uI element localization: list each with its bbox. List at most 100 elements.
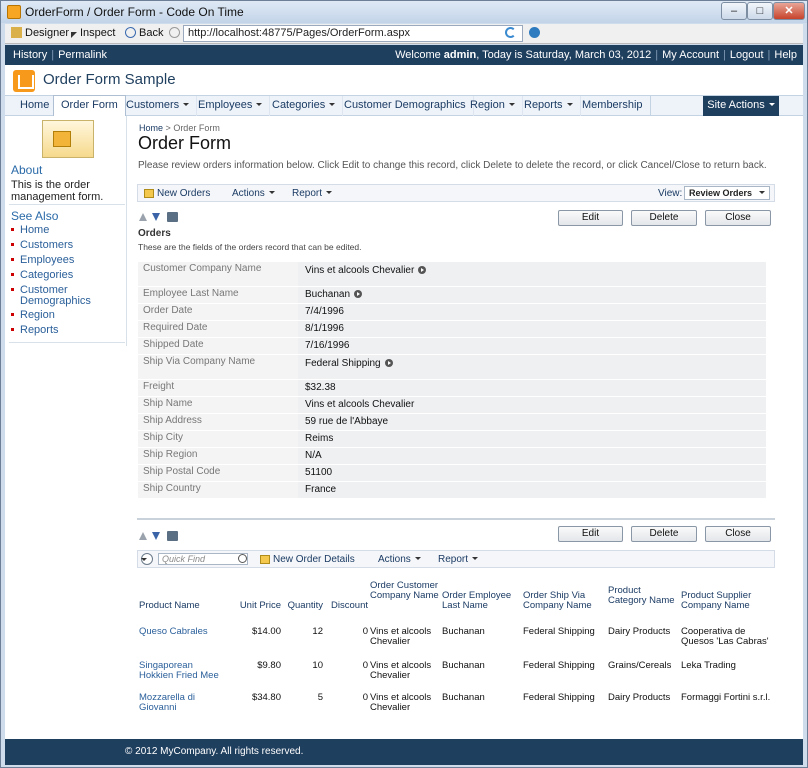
menu-reports[interactable]: Reports xyxy=(517,96,581,116)
field-value[interactable]: Buchanan xyxy=(298,287,766,303)
close-button[interactable]: Close xyxy=(705,210,771,226)
print-icon[interactable] xyxy=(167,212,178,222)
see-also-categories[interactable]: Categories xyxy=(11,270,121,281)
maximize-button[interactable]: □ xyxy=(747,2,773,20)
app-logo-icon xyxy=(13,70,35,92)
table-row[interactable]: Queso Cabrales $14.00 12 0 Vins et alcools C… xyxy=(138,627,776,657)
field-label: Customer Company Name xyxy=(138,262,298,286)
logout-link[interactable]: Logout xyxy=(730,49,764,61)
menu-employees[interactable]: Employees xyxy=(191,96,271,116)
permalink-link[interactable]: Permalink xyxy=(58,49,107,61)
table-cell: 0 xyxy=(362,626,368,637)
field-value-text: France xyxy=(305,484,337,495)
help-link[interactable]: Help xyxy=(774,49,797,61)
menu-region[interactable]: Region xyxy=(463,96,523,116)
search-icon[interactable] xyxy=(238,554,247,563)
table-row[interactable]: Mozzarella di Giovanni $34.80 5 0 Vins et al… xyxy=(138,693,776,723)
field-value[interactable]: Federal Shipping xyxy=(298,355,766,379)
see-also-reports[interactable]: Reports xyxy=(11,325,121,336)
details-report-menu[interactable]: Report xyxy=(438,554,479,565)
menu-categories[interactable]: Categories xyxy=(265,96,344,116)
menu-customer-demographics[interactable]: Customer Demographics xyxy=(337,96,474,116)
globe-button[interactable] xyxy=(529,27,543,39)
print-icon[interactable] xyxy=(167,531,178,541)
forward-button[interactable] xyxy=(169,27,183,39)
navigate-arrow-icon[interactable] xyxy=(384,359,393,367)
next-record-icon[interactable] xyxy=(152,532,160,540)
new-orders-button[interactable]: New Orders xyxy=(144,188,210,199)
back-button[interactable]: Back xyxy=(125,27,163,39)
form-field-row: Ship Country France xyxy=(138,482,766,499)
refresh-button[interactable] xyxy=(505,27,519,39)
next-record-icon[interactable] xyxy=(152,213,160,221)
previous-record-icon[interactable] xyxy=(139,213,147,221)
close-button-bottom[interactable]: Close xyxy=(705,526,771,542)
actions-menu[interactable]: Actions xyxy=(232,188,275,199)
menu-home[interactable]: Home xyxy=(13,96,58,116)
delete-button[interactable]: Delete xyxy=(631,210,697,226)
column-header[interactable]: Discount xyxy=(326,601,368,611)
previous-record-icon[interactable] xyxy=(139,532,147,540)
details-actions-menu[interactable]: Actions xyxy=(378,554,421,565)
inspect-button[interactable]: Inspect xyxy=(71,27,115,39)
field-value: 7/16/1996 xyxy=(298,338,766,354)
column-header[interactable]: Quantity xyxy=(283,601,323,611)
column-header[interactable]: Product Name xyxy=(139,601,229,611)
site-actions-button[interactable]: Site Actions xyxy=(703,96,779,116)
address-bar[interactable]: http://localhost:48775/Pages/OrderForm.a… xyxy=(183,25,523,42)
navigate-arrow-icon[interactable] xyxy=(418,266,427,274)
edit-button-bottom[interactable]: Edit xyxy=(558,526,623,542)
column-header[interactable]: Product Category Name xyxy=(608,586,680,606)
table-row[interactable]: Singaporean Hokkien Fried Mee $9.80 10 0 Vin… xyxy=(138,661,776,691)
see-also-home[interactable]: Home xyxy=(11,225,121,236)
menu-membership[interactable]: Membership xyxy=(575,96,651,116)
web-page: History | Permalink Welcome admin, Today i… xyxy=(5,45,803,765)
product-link[interactable]: Mozzarella di Giovanni xyxy=(139,693,229,713)
see-also-customer-demographics[interactable]: Customer Demographics xyxy=(11,285,121,307)
edit-button[interactable]: Edit xyxy=(558,210,623,226)
menu-customers[interactable]: Customers xyxy=(119,96,198,116)
see-also-customers[interactable]: Customers xyxy=(11,240,121,251)
breadcrumb-home[interactable]: Home xyxy=(139,123,163,133)
designer-label: Designer xyxy=(25,27,70,39)
report-label: Report xyxy=(292,188,323,199)
report-menu[interactable]: Report xyxy=(292,188,333,199)
column-header[interactable]: Product Supplier Company Name xyxy=(681,591,771,611)
field-value[interactable]: Vins et alcools Chevalier xyxy=(298,262,766,286)
delete-button-bottom[interactable]: Delete xyxy=(631,526,697,542)
column-header[interactable]: Order Employee Last Name xyxy=(442,591,522,611)
copyright-text: © 2012 MyCompany. All rights reserved. xyxy=(125,746,304,757)
form-field-row: Ship Name Vins et alcools Chevalier xyxy=(138,397,766,414)
see-also-region[interactable]: Region xyxy=(11,310,121,321)
menu-reports-label: Reports xyxy=(524,99,563,111)
table-cell: Formaggi Fortini s.r.l. xyxy=(681,692,771,703)
view-select[interactable]: Review Orders xyxy=(684,186,770,200)
menu-customers-label: Customers xyxy=(126,99,180,111)
field-value-text: Buchanan xyxy=(305,289,351,300)
product-link[interactable]: Queso Cabrales xyxy=(139,627,229,637)
my-account-link[interactable]: My Account xyxy=(662,49,719,61)
table-cell: 12 xyxy=(312,626,323,637)
see-also-employees[interactable]: Employees xyxy=(11,255,121,266)
menu-order-form-label: Order Form xyxy=(61,99,118,111)
menu-order-form[interactable]: Order Form xyxy=(53,95,126,117)
table-cell: 10 xyxy=(312,660,323,671)
column-header[interactable]: Order Customer Company Name xyxy=(370,581,442,601)
designer-button[interactable]: Designer xyxy=(11,27,69,39)
new-order-details-button[interactable]: New Order Details xyxy=(260,554,355,565)
chevron-down-icon xyxy=(141,558,147,561)
column-header[interactable]: Unit Price xyxy=(233,601,281,611)
table-cell: $14.00 xyxy=(251,626,281,637)
breadcrumb-separator: > xyxy=(165,123,171,133)
column-header[interactable]: Order Ship Via Company Name xyxy=(523,591,609,611)
navigate-arrow-icon[interactable] xyxy=(354,290,363,298)
minimize-button[interactable]: – xyxy=(721,2,747,20)
history-link[interactable]: History xyxy=(13,49,47,61)
table-cell: Dairy Products xyxy=(608,626,671,637)
quick-find-input[interactable]: Quick Find xyxy=(158,553,248,565)
product-link[interactable]: Singaporean Hokkien Fried Mee xyxy=(139,661,229,681)
collapse-toggle-icon[interactable] xyxy=(141,553,153,565)
chevron-down-icon xyxy=(414,557,421,560)
field-value: Vins et alcools Chevalier xyxy=(298,397,766,413)
close-window-button[interactable]: ✕ xyxy=(773,2,805,20)
